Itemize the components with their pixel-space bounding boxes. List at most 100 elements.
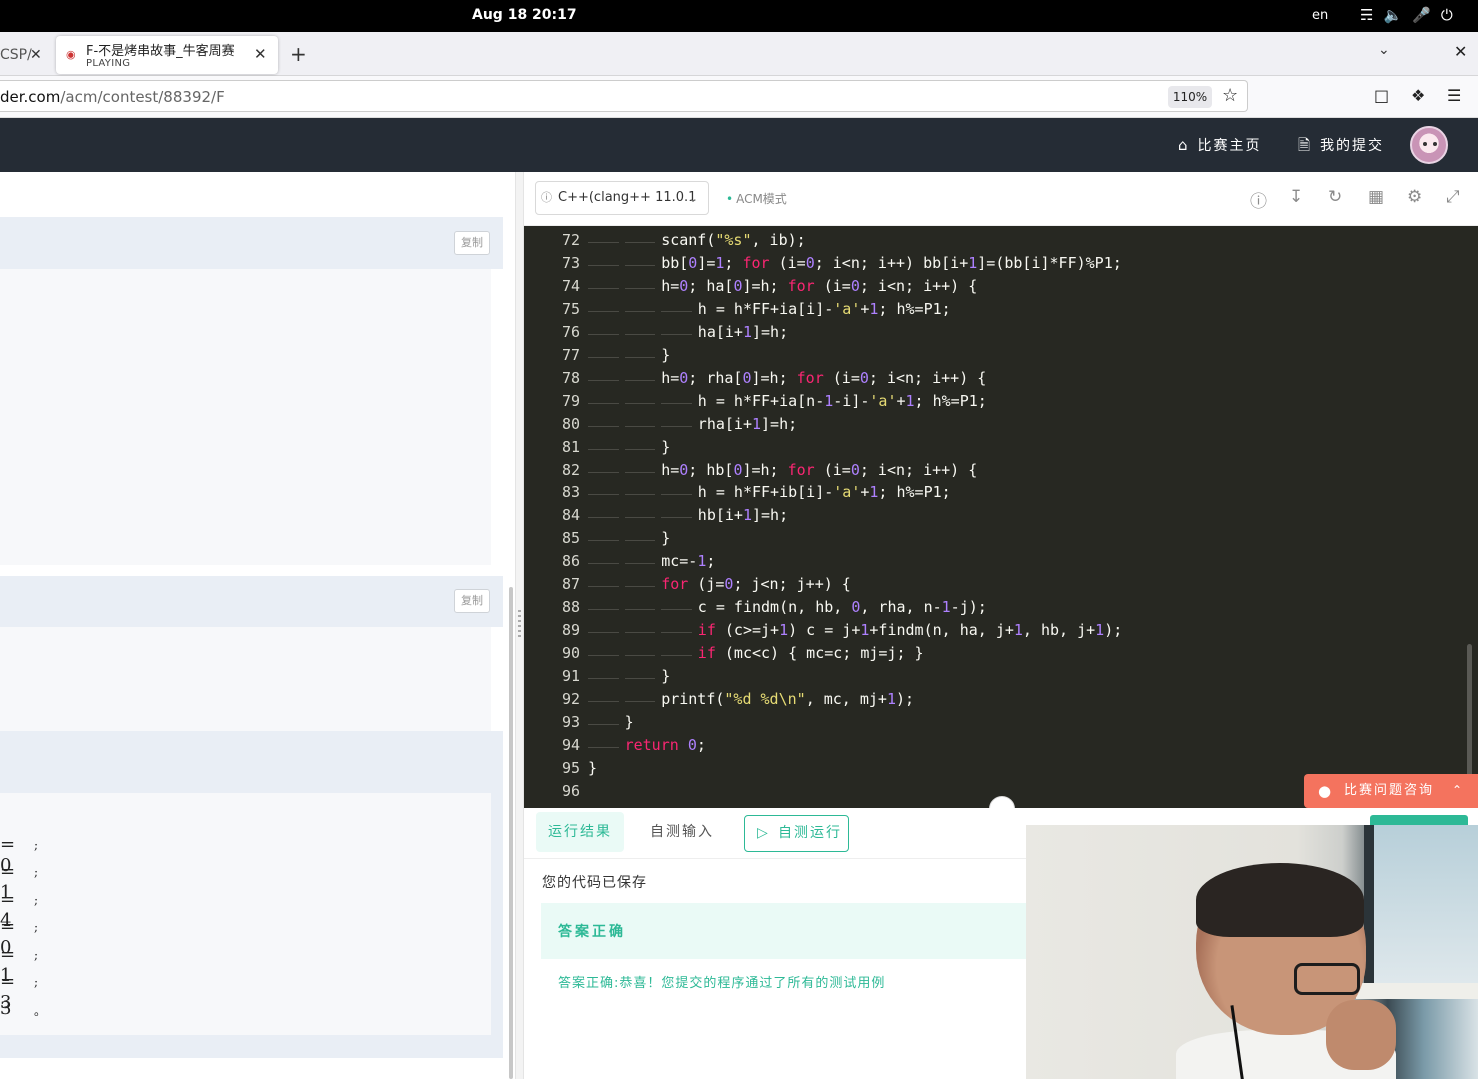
webcam-window-background <box>1364 825 1478 985</box>
code-token: (c>=j+ <box>715 621 780 640</box>
chat-bubble-icon: ● <box>1318 782 1334 800</box>
volume-icon[interactable]: 🔈 <box>1383 6 1402 24</box>
indent-guide <box>624 356 656 358</box>
equation-value: 3 <box>0 998 12 1020</box>
input-language-indicator[interactable]: en <box>1312 8 1328 23</box>
code-token: h = h*FF+ia[i]- <box>697 299 834 318</box>
code-token: "%d %d\n" <box>724 690 806 708</box>
code-token: 1 <box>751 414 762 433</box>
system-clock[interactable]: Aug 18 20:17 <box>472 7 577 23</box>
code-token: ; j<n; j++) { <box>733 575 851 594</box>
tab-title: F-不是烤串故事_牛客周赛 <box>86 44 235 59</box>
help-icon[interactable]: ⓘ <box>1250 187 1267 212</box>
fullscreen-icon[interactable]: ⤢ <box>1446 187 1460 207</box>
indent-guide <box>624 264 656 266</box>
tab-close-icon[interactable]: ✕ <box>30 40 42 70</box>
code-token: scanf( <box>661 231 716 249</box>
address-bar[interactable]: der.com/acm/contest/88392/F 110% ☆ <box>0 80 1248 112</box>
wifi-icon[interactable]: ☴ <box>1360 6 1373 24</box>
drag-grip-icon <box>518 610 521 638</box>
code-token: 'a' <box>833 299 861 318</box>
code-token: 1 <box>905 391 915 410</box>
code-token: } <box>661 667 671 686</box>
pocket-icon[interactable]: □ <box>1374 86 1389 105</box>
code-editor[interactable]: 72 scanf("%s", ib); 73 bb[0]=1; for (i=0; i… <box>524 226 1478 808</box>
tab-run-result[interactable]: 运行结果 <box>536 812 624 852</box>
window-close-icon[interactable]: ✕ <box>1454 42 1467 61</box>
code-token: 0 <box>850 276 860 295</box>
bookmark-star-icon[interactable]: ☆ <box>1222 85 1238 106</box>
tab-close-icon[interactable]: ✕ <box>254 45 267 63</box>
indent-guide <box>588 310 619 312</box>
indent-guide <box>661 517 692 519</box>
tab-partial[interactable]: CSP/ ✕ <box>0 40 52 70</box>
code-line: bb[0]=1; for (i=0; i<n; i++) bb[i+1]=(bb… <box>661 254 1122 272</box>
code-line: mc=-1; <box>661 552 715 570</box>
acm-mode-label: • ACM模式 <box>726 190 787 207</box>
indent-guide <box>661 632 692 634</box>
language-select[interactable]: ⓘ C++(clang++ 11.0.1 ⌄ <box>535 181 709 215</box>
code-token: 1 <box>779 621 789 640</box>
pane-resize-handle[interactable] <box>515 172 524 1079</box>
indent-guide <box>624 609 656 611</box>
line-number: 83 <box>561 483 580 502</box>
indent-guide <box>624 242 656 243</box>
code-token: 0 <box>859 368 869 387</box>
system-top-bar: Aug 18 20:17 en ☴ 🔈 🎤 ⏻ <box>0 0 1478 32</box>
indent-guide <box>588 264 619 266</box>
run-button-label: 自测运行 <box>778 825 842 841</box>
self-test-run-button[interactable]: ▷ 自测运行 <box>744 815 849 852</box>
browser-tab-strip: CSP/ ✕ ◉ F-不是烤串故事_牛客周赛 PLAYING ✕ + ⌄ ✕ <box>0 32 1478 76</box>
webcam-person-glasses <box>1294 963 1360 995</box>
tab-playing-label: PLAYING <box>86 58 131 69</box>
chevron-up-icon: ⌃ <box>1451 783 1464 797</box>
reset-refresh-icon[interactable]: ↻ <box>1328 187 1342 207</box>
extensions-puzzle-icon[interactable]: ❖ <box>1411 86 1425 105</box>
code-token: } <box>588 758 598 777</box>
indent-guide <box>661 310 692 312</box>
zoom-level-badge[interactable]: 110% <box>1168 86 1212 108</box>
contest-consult-button[interactable]: ● 比赛问题咨询 ⌃ <box>1304 774 1478 808</box>
code-line: h = h*FF+ia[i]-'a'+1; h%=P1; <box>698 300 951 318</box>
tab-active[interactable]: ◉ F-不是烤串故事_牛客周赛 PLAYING ✕ <box>56 36 278 74</box>
code-token: ]=h; <box>742 460 788 479</box>
copy-button[interactable]: 复制 <box>454 589 490 613</box>
download-icon[interactable]: ↧ <box>1289 187 1303 207</box>
indent-guide <box>661 402 692 404</box>
line-number: 95 <box>561 758 580 777</box>
indent-guide <box>588 723 619 725</box>
my-submissions-link[interactable]: 🗎 我的提交 <box>1298 135 1384 160</box>
user-avatar[interactable] <box>1410 126 1448 164</box>
problem-scrollbar[interactable] <box>509 587 513 1079</box>
code-token: 0 <box>679 368 689 387</box>
code-token: 'a' <box>869 391 897 410</box>
power-icon[interactable]: ⏻ <box>1441 6 1453 24</box>
code-token: ) c = j+ <box>788 621 861 640</box>
webcam-overlay <box>1026 825 1478 1079</box>
code-token: ]=h; <box>751 322 789 341</box>
code-line: printf("%d %d\n", mc, mj+1); <box>661 690 914 708</box>
tab-custom-input[interactable]: 自测输入 <box>650 812 714 852</box>
list-all-tabs-chevron-icon[interactable]: ⌄ <box>1378 42 1390 58</box>
hamburger-menu-icon[interactable]: ☰ <box>1447 86 1461 105</box>
new-tab-plus-icon[interactable]: + <box>290 42 307 66</box>
settings-gear-icon[interactable]: ⚙ <box>1407 187 1422 207</box>
copy-button[interactable]: 复制 <box>454 231 490 255</box>
code-token: (i= <box>814 276 851 295</box>
contest-home-link[interactable]: ⌂ 比赛主页 <box>1178 135 1262 155</box>
code-token: (i= <box>769 253 806 272</box>
indent-guide <box>588 287 619 289</box>
code-token: ; h%=P1; <box>914 391 987 410</box>
code-token: ; hb[ <box>688 460 734 479</box>
editor-toolbar: ⓘ C++(clang++ 11.0.1 ⌄ • ACM模式 ⓘ ↧ ↻ ▦ ⚙ … <box>524 172 1478 226</box>
microphone-icon[interactable]: 🎤 <box>1412 6 1431 24</box>
consult-label: 比赛问题咨询 <box>1344 783 1435 798</box>
indent-guide <box>624 701 656 702</box>
line-number: 78 <box>561 368 580 387</box>
code-line: h=0; ha[0]=h; for (i=0; i<n; i++) { <box>661 277 977 295</box>
equation-punct: ; <box>34 838 39 852</box>
code-token: c = findm(n, hb, <box>697 598 852 617</box>
keyboard-icon[interactable]: ▦ <box>1368 187 1384 207</box>
indent-guide <box>624 310 656 312</box>
